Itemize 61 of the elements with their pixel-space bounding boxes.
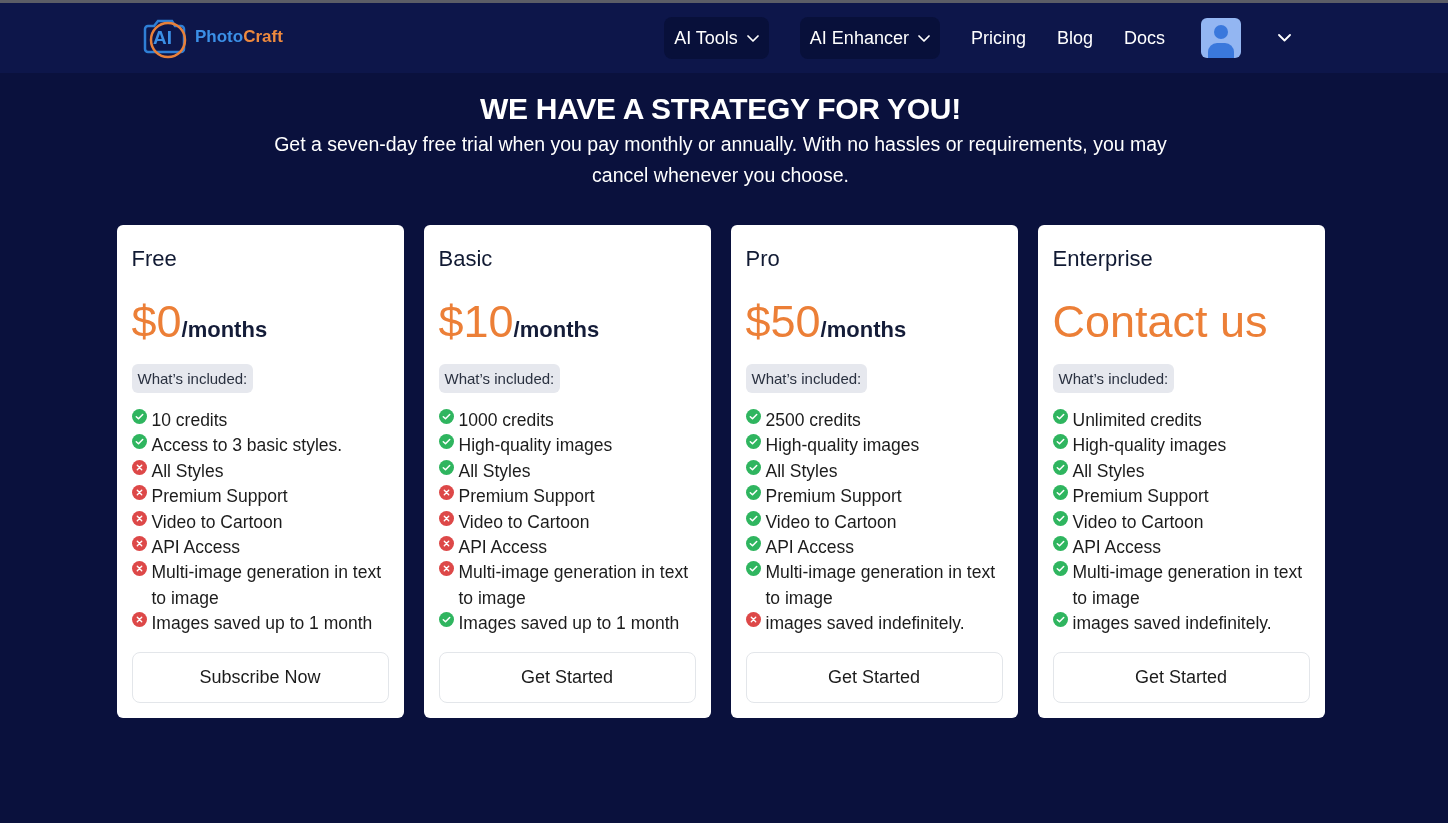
nav-dropdown-button[interactable]: AI Enhancer	[799, 17, 940, 59]
feature-text: Access to 3 basic styles.	[151, 434, 343, 458]
feature-text: 1000 credits	[458, 409, 554, 432]
feature-text: 10 credits	[151, 409, 228, 432]
feature-text: High-quality images	[1072, 434, 1227, 458]
price-period: /months	[513, 317, 600, 344]
feature-text: API Access	[151, 536, 240, 560]
feature-text: High-quality images	[458, 434, 613, 458]
feature-text: Video to Cartoon	[458, 510, 590, 534]
feature-text: images saved indefinitely.	[1072, 612, 1272, 636]
plan-price: $0	[131, 297, 182, 347]
included-label: What’s included:	[745, 364, 868, 393]
page-subheading: Get a seven-day free trial when you pay monthly or annually. With no hassles or requirements, you may cancel whenever you choose.	[273, 132, 1168, 188]
plan-cta-button[interactable]: Subscribe Now	[131, 651, 389, 703]
plan-name: Pro	[745, 245, 781, 273]
plan-price: $50	[745, 297, 821, 347]
plan-price: Contact us	[1052, 297, 1268, 347]
feature-text: All Styles	[765, 459, 838, 483]
feature-text: All Styles	[1072, 459, 1145, 483]
included-label: What’s included:	[131, 364, 254, 393]
feature-text: API Access	[765, 536, 854, 560]
feature-text: Premium Support	[765, 485, 902, 509]
page-heading: WE HAVE A STRATEGY FOR YOU!	[480, 91, 961, 127]
feature-text: High-quality images	[765, 434, 920, 458]
feature-text: All Styles	[458, 459, 531, 483]
feature-text: Video to Cartoon	[1072, 510, 1204, 534]
included-label: What’s included:	[1052, 364, 1175, 393]
feature-text: Premium Support	[1072, 485, 1209, 509]
plan-cta-button[interactable]: Get Started	[745, 651, 1003, 703]
plan-name: Basic	[438, 245, 494, 273]
feature-text: All Styles	[151, 459, 224, 483]
feature-text: API Access	[1072, 536, 1161, 560]
feature-text: Premium Support	[151, 485, 288, 509]
feature-text: Video to Cartoon	[151, 510, 283, 534]
chevron-down-icon	[917, 34, 930, 42]
feature-text: Multi-image generation in text to image	[151, 561, 383, 610]
nav-link[interactable]: Pricing	[970, 26, 1026, 50]
feature-text: API Access	[458, 536, 547, 560]
plan-name: Free	[131, 245, 178, 273]
logo-mark-text: AI	[153, 28, 172, 48]
plan-cta-button[interactable]: Get Started	[1052, 651, 1310, 703]
chevron-down-icon	[1278, 34, 1291, 42]
feature-text: Premium Support	[458, 485, 595, 509]
included-label: What’s included:	[438, 364, 561, 393]
feature-text: Unlimited credits	[1072, 409, 1202, 432]
feature-text: Video to Cartoon	[765, 510, 897, 534]
chevron-down-icon	[746, 34, 759, 42]
feature-text: Images saved up to 1 month	[151, 612, 373, 636]
nav-link[interactable]: Blog	[1056, 26, 1093, 50]
plan-price: $10	[438, 297, 514, 347]
price-period: /months	[181, 317, 268, 344]
feature-text: Images saved up to 1 month	[458, 612, 680, 636]
feature-text: Multi-image generation in text to image	[458, 561, 690, 610]
plan-cta-button[interactable]: Get Started	[438, 651, 696, 703]
price-period: /months	[820, 317, 907, 344]
nav-link[interactable]: Docs	[1124, 26, 1165, 50]
brand-name[interactable]: PhotoCraft	[195, 26, 283, 48]
nav-dropdown-button[interactable]: AI Tools	[664, 17, 769, 59]
feature-text: 2500 credits	[765, 409, 861, 432]
feature-text: images saved indefinitely.	[765, 612, 965, 636]
plan-name: Enterprise	[1052, 245, 1154, 273]
